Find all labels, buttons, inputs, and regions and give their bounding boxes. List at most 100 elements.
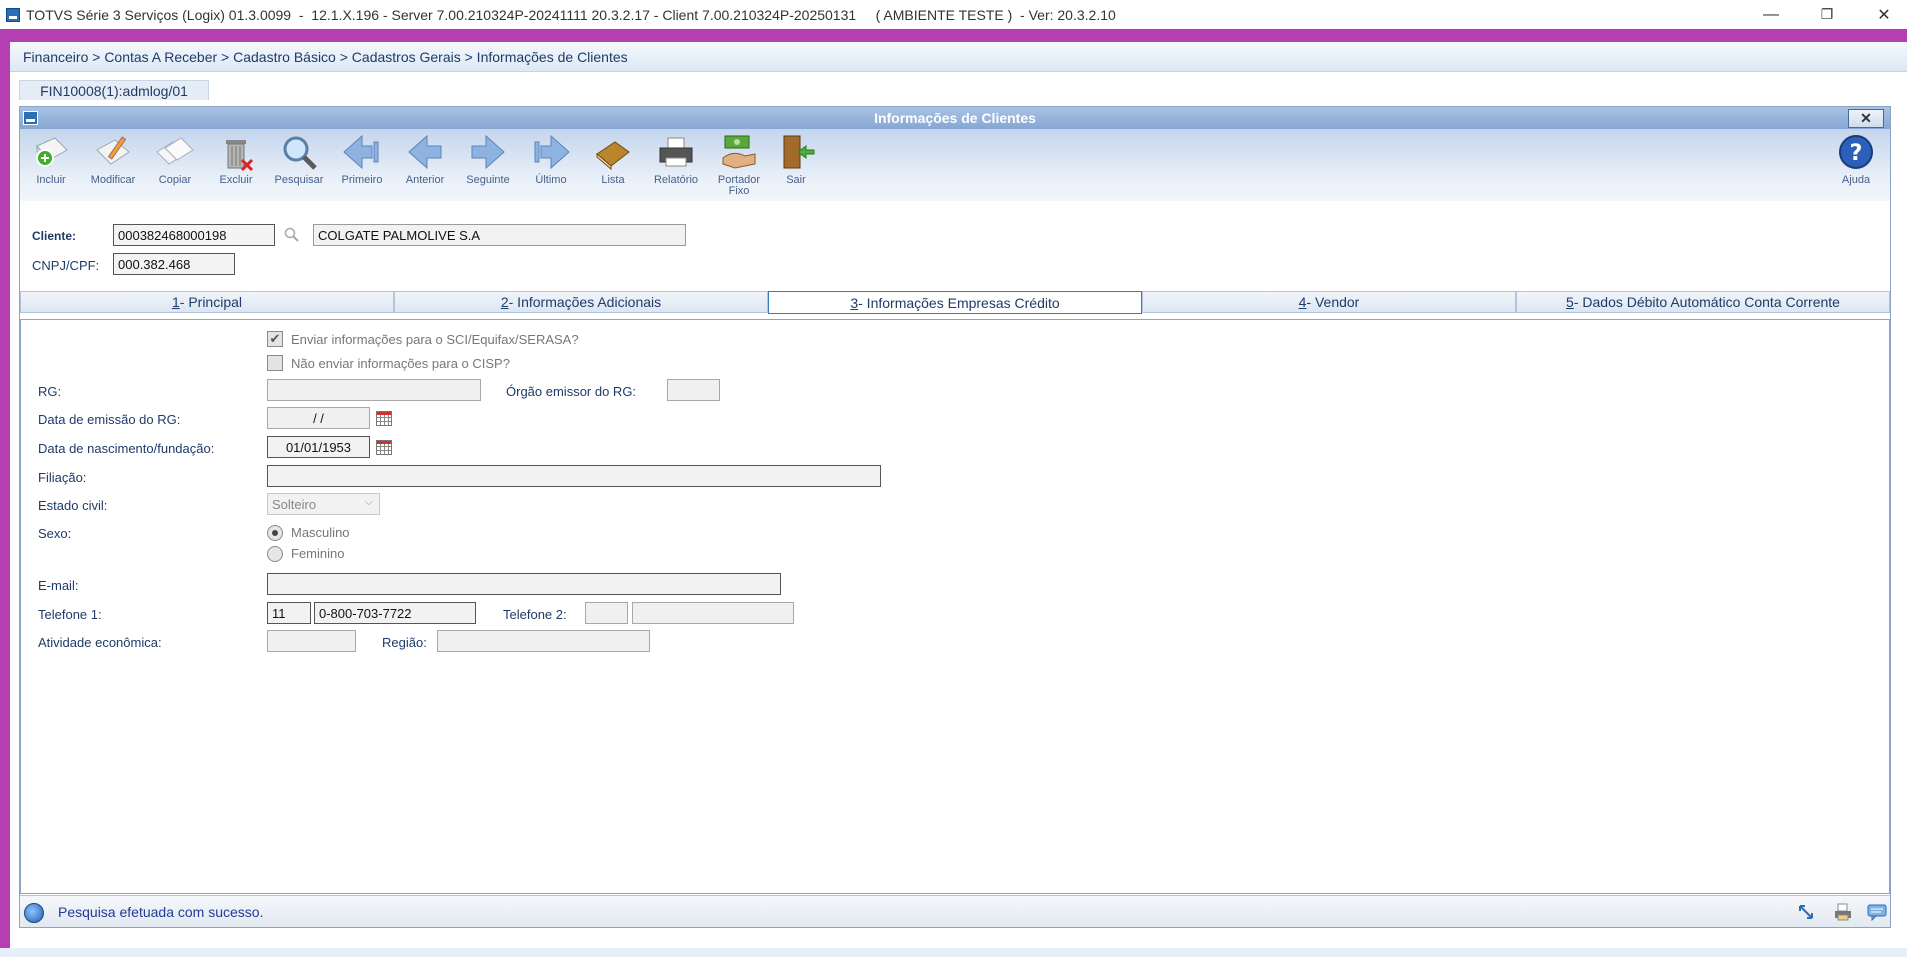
resize-arrows-icon[interactable]: [1793, 901, 1819, 923]
window-titlebar-inner: Informações de Clientes ✕: [20, 107, 1890, 129]
sair-button[interactable]: Sair: [767, 131, 825, 201]
portador-fixo-button[interactable]: Portador Fixo: [710, 131, 768, 201]
filiacao-field[interactable]: [267, 465, 881, 487]
sexo-masculino-label: Masculino: [291, 525, 350, 540]
cnpj-field[interactable]: 000.382.468: [113, 253, 235, 275]
minimize-button[interactable]: —: [1748, 0, 1794, 29]
telefone1-label: Telefone 1:: [38, 607, 102, 622]
telefone2-number-field[interactable]: [632, 602, 794, 624]
atividade-economica-label: Atividade econômica:: [38, 635, 162, 650]
relatorio-label: Relatório: [653, 174, 699, 186]
tab-vendor-label: - Vendor: [1306, 294, 1360, 310]
radio-selected-dot: [272, 530, 278, 536]
data-emissao-label: Data de emissão do RG:: [38, 412, 181, 427]
tab-vendor[interactable]: 4 - Vendor: [1142, 291, 1516, 313]
data-emissao-field[interactable]: / /: [267, 407, 370, 429]
tab-informacoes-adicionais[interactable]: 2 - Informações Adicionais: [394, 291, 768, 313]
tab-adicionais-num: 2: [500, 294, 509, 310]
printer-icon: [656, 131, 696, 173]
program-tab-label: FIN10008(1):admlog/01: [40, 82, 188, 99]
toolbar: Incluir Modificar Copiar Excluir Pesquis…: [20, 129, 1890, 201]
cliente-label: Cliente:: [32, 229, 77, 243]
tab-dados-debito-automatico[interactable]: 5 - Dados Débito Automático Conta Corren…: [1516, 291, 1890, 313]
copy-icon: [155, 131, 195, 173]
pesquisar-label: Pesquisar: [274, 174, 324, 186]
regiao-label: Região:: [382, 635, 427, 650]
telefone2-label: Telefone 2:: [503, 607, 567, 622]
svg-text:?: ?: [1850, 141, 1863, 166]
tab-credito-label: - Informações Empresas Crédito: [858, 294, 1060, 311]
exit-door-icon: [776, 131, 816, 173]
lista-button[interactable]: Lista: [584, 131, 642, 201]
ajuda-label: Ajuda: [1841, 174, 1871, 186]
rg-label: RG:: [38, 384, 62, 399]
ultimo-label: Último: [535, 174, 567, 186]
window-titlebar: TOTVS Série 3 Serviços (Logix) 01.3.0099…: [0, 0, 1907, 29]
close-button[interactable]: ✕: [1861, 0, 1907, 29]
message-icon[interactable]: [1864, 901, 1890, 923]
tab-principal-num: 1: [171, 294, 180, 310]
modificar-label: Modificar: [90, 174, 136, 186]
cisp-checkbox-label: Não enviar informações para o CISP?: [291, 356, 510, 371]
primeiro-label: Primeiro: [341, 174, 383, 186]
calendar-icon[interactable]: [376, 440, 392, 455]
pesquisar-button[interactable]: Pesquisar: [270, 131, 328, 201]
print-report-icon[interactable]: [1830, 901, 1856, 923]
telefone1-ddd-field[interactable]: 11: [267, 602, 311, 624]
status-bar: Pesquisa efetuada com sucesso.: [20, 895, 1890, 927]
cliente-code-field[interactable]: 000382468000198: [113, 224, 275, 246]
tab-panel-credito: ✔ Enviar informações para o SCI/Equifax/…: [20, 319, 1890, 894]
estado-civil-select[interactable]: Solteiro ⌵: [267, 493, 380, 515]
cliente-search-icon[interactable]: [284, 227, 300, 243]
seguinte-label: Seguinte: [466, 174, 510, 186]
ultimo-button[interactable]: Último: [522, 131, 580, 201]
bottom-strip: [0, 948, 1907, 957]
telefone1-number-field[interactable]: 0-800-703-7722: [314, 602, 476, 624]
tab-vendor-num: 4: [1298, 294, 1307, 310]
tab-debito-num: 5: [1566, 294, 1574, 310]
sexo-masculino-radio[interactable]: [267, 525, 283, 541]
edit-pencil-icon: [93, 131, 133, 173]
incluir-label: Incluir: [36, 174, 66, 186]
orgao-emissor-field[interactable]: [667, 379, 720, 401]
data-nascimento-label: Data de nascimento/fundação:: [38, 441, 215, 456]
incluir-button[interactable]: Incluir: [22, 131, 80, 201]
serasa-checkbox[interactable]: ✔: [267, 331, 283, 347]
ajuda-button[interactable]: ? Ajuda: [1827, 131, 1885, 201]
inner-close-button[interactable]: ✕: [1848, 109, 1884, 128]
program-tab[interactable]: FIN10008(1):admlog/01: [19, 80, 209, 100]
regiao-field[interactable]: [437, 630, 650, 652]
copiar-button[interactable]: Copiar: [146, 131, 204, 201]
search-icon: [279, 131, 319, 173]
relatorio-button[interactable]: Relatório: [647, 131, 705, 201]
data-nascimento-field[interactable]: 01/01/1953: [267, 436, 370, 458]
primeiro-button[interactable]: Primeiro: [333, 131, 391, 201]
cnpj-label: CNPJ/CPF:: [32, 258, 100, 273]
tab-credito-num: 3: [850, 294, 859, 311]
tab-principal[interactable]: 1 - Principal: [20, 291, 394, 313]
atividade-economica-field[interactable]: [267, 630, 356, 652]
first-arrow-icon: [342, 131, 382, 173]
seguinte-button[interactable]: Seguinte: [459, 131, 517, 201]
tab-informacoes-empresas-credito[interactable]: 3 - Informações Empresas Crédito: [768, 291, 1142, 314]
serasa-checkbox-label: Enviar informações para o SCI/Equifax/SE…: [291, 332, 579, 347]
portador-label-2: Fixo: [728, 185, 750, 197]
modificar-button[interactable]: Modificar: [84, 131, 142, 201]
cisp-checkbox[interactable]: [267, 355, 283, 371]
estado-civil-label: Estado civil:: [38, 498, 108, 513]
calendar-icon[interactable]: [376, 411, 392, 426]
excluir-label: Excluir: [219, 174, 253, 186]
trash-icon: [216, 131, 256, 173]
email-field[interactable]: [267, 573, 781, 595]
inner-window-title: Informações de Clientes: [874, 110, 1036, 126]
rg-field[interactable]: [267, 379, 481, 401]
tab-bar: 1 - Principal 2 - Informações Adicionais…: [20, 291, 1890, 314]
maximize-button[interactable]: ❐: [1804, 0, 1850, 29]
excluir-button[interactable]: Excluir: [207, 131, 265, 201]
anterior-button[interactable]: Anterior: [396, 131, 454, 201]
filiacao-label: Filiação:: [38, 470, 87, 485]
breadcrumb: Financeiro > Contas A Receber > Cadastro…: [10, 42, 1907, 72]
telefone2-ddd-field[interactable]: [585, 602, 628, 624]
email-label: E-mail:: [38, 578, 79, 593]
sexo-feminino-radio[interactable]: [267, 546, 283, 562]
